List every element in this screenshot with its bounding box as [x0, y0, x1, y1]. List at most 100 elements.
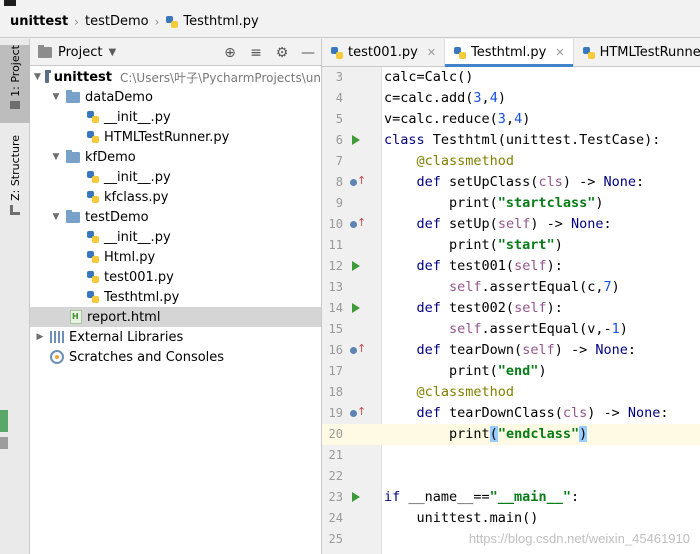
editor-tab[interactable]: Testhtml.py ✕ — [445, 39, 574, 67]
expand-arrow-icon[interactable]: ▼ — [50, 152, 62, 162]
tree-item-label: __init__.py — [104, 109, 171, 125]
python-file-icon — [86, 230, 100, 244]
override-gutter-icon[interactable] — [350, 342, 366, 357]
code-line[interactable]: 13 self.assertEqual(c,7) — [322, 277, 700, 298]
editor-tab-bar: test001.py ✕ Testhtml.py ✕ HTMLTestRunner.py — [322, 39, 700, 67]
code-text: print("end") — [384, 363, 547, 379]
code-line[interactable]: 8 def setUpClass(cls) -> None: — [322, 172, 700, 193]
tree-item[interactable]: report.html — [30, 307, 321, 327]
code-line[interactable]: 9 print("startclass") — [322, 193, 700, 214]
code-line[interactable]: 4 c=calc.add(3,4) — [322, 88, 700, 109]
folder-icon — [10, 100, 20, 109]
editor-tab-label: HTMLTestRunner.py — [599, 45, 700, 60]
project-tool-window: Project ▼ ⊕ ≡ ⚙ — ▼ unittest C:\Users\叶子… — [30, 39, 322, 554]
line-number: 24 — [328, 511, 343, 525]
code-line[interactable]: 5 v=calc.reduce(3,4) — [322, 109, 700, 130]
expand-arrow-icon[interactable]: ▼ — [50, 212, 62, 222]
tool-tab-structure[interactable]: Z: Structure — [0, 135, 30, 221]
line-number: 19 — [328, 406, 343, 420]
code-line[interactable]: 16 def tearDown(self) -> None: — [322, 340, 700, 361]
tool-tab-project[interactable]: 1: Project — [0, 45, 30, 123]
code-line[interactable]: 10 def setUp(self) -> None: — [322, 214, 700, 235]
tree-root-unittest[interactable]: ▼ unittest C:\Users\叶子\PycharmProjects\u… — [30, 67, 321, 87]
breadcrumb-file[interactable]: Testhtml.py — [165, 14, 259, 29]
gear-icon[interactable]: ⚙ — [269, 39, 295, 66]
tree-item[interactable]: ▼ dataDemo — [30, 87, 321, 107]
chevron-down-icon[interactable]: ▼ — [108, 47, 116, 58]
line-number: 18 — [328, 385, 343, 399]
project-view-selector[interactable]: Project — [58, 45, 102, 60]
code-line[interactable]: 22 — [322, 466, 700, 487]
hide-panel-icon[interactable]: — — [295, 39, 321, 66]
tree-item[interactable]: Testhtml.py — [30, 287, 321, 307]
tree-item[interactable]: ▼ kfDemo — [30, 147, 321, 167]
tree-item-label: kfclass.py — [104, 189, 169, 205]
code-area[interactable]: 3 calc=Calc() 4 c=calc.add(3,4) 5 v=calc.redu… — [322, 67, 700, 554]
override-gutter-icon[interactable] — [350, 405, 366, 420]
override-gutter-icon[interactable] — [350, 216, 366, 231]
breadcrumb-project[interactable]: unittest — [10, 14, 68, 29]
tree-item[interactable]: ▼ testDemo — [30, 207, 321, 227]
expand-arrow-icon[interactable]: ▼ — [34, 72, 41, 82]
code-line[interactable]: 17 print("end") — [322, 361, 700, 382]
collapse-all-icon[interactable]: ≡ — [243, 39, 269, 66]
expand-arrow-icon[interactable]: ▶ — [34, 332, 46, 342]
code-line[interactable]: 24 unittest.main() — [322, 508, 700, 529]
line-number: 13 — [328, 280, 343, 294]
code-line[interactable]: 21 — [322, 445, 700, 466]
locate-target-icon[interactable]: ⊕ — [217, 39, 243, 66]
folder-icon — [66, 89, 80, 103]
override-gutter-icon[interactable] — [350, 174, 366, 189]
code-line[interactable]: 3 calc=Calc() — [322, 67, 700, 88]
code-line[interactable]: 23 if __name__=="__main__": — [322, 487, 700, 508]
code-line[interactable]: 7 @classmethod — [322, 151, 700, 172]
python-file-icon — [453, 46, 467, 60]
run-gutter-icon[interactable] — [352, 492, 360, 502]
line-number: 16 — [328, 343, 343, 357]
expand-arrow-icon[interactable]: ▼ — [50, 92, 62, 102]
code-line[interactable]: 6 class Testhtml(unittest.TestCase): — [322, 130, 700, 151]
breadcrumb-separator-icon: › — [74, 14, 79, 29]
code-line[interactable]: 19 def tearDownClass(cls) -> None: — [322, 403, 700, 424]
editor-tab[interactable]: HTMLTestRunner.py — [574, 39, 700, 66]
left-tool-stripe: 1: Project Z: Structure — [0, 39, 30, 554]
code-text: print("endclass") — [384, 426, 588, 442]
close-icon[interactable]: ✕ — [555, 46, 564, 59]
breadcrumb-file-label: Testhtml.py — [183, 14, 259, 29]
tree-item[interactable]: __init__.py — [30, 227, 321, 247]
code-text: def setUpClass(cls) -> None: — [416, 174, 645, 190]
tree-item-label: __init__.py — [104, 169, 171, 185]
run-gutter-icon[interactable] — [352, 261, 360, 271]
code-line[interactable]: 20 print("endclass") — [322, 424, 700, 445]
run-gutter-icon[interactable] — [352, 303, 360, 313]
code-text: def setUp(self) -> None: — [416, 216, 612, 232]
line-number: 21 — [328, 448, 343, 462]
code-line[interactable]: 14 def test002(self): — [322, 298, 700, 319]
tree-item[interactable]: test001.py — [30, 267, 321, 287]
tree-item[interactable]: kfclass.py — [30, 187, 321, 207]
tree-scratches[interactable]: Scratches and Consoles — [30, 347, 321, 367]
line-number: 7 — [335, 154, 343, 168]
html-file-icon — [70, 310, 82, 324]
tool-tab-structure-label: Z: Structure — [8, 135, 22, 201]
code-line[interactable]: 12 def test001(self): — [322, 256, 700, 277]
tree-item[interactable]: HTMLTestRunner.py — [30, 127, 321, 147]
tree-item-label: HTMLTestRunner.py — [104, 129, 230, 145]
editor-tab[interactable]: test001.py ✕ — [322, 39, 446, 66]
tree-item[interactable]: Html.py — [30, 247, 321, 267]
code-line[interactable]: 18 @classmethod — [322, 382, 700, 403]
tree-item[interactable]: __init__.py — [30, 167, 321, 187]
breadcrumb-folder[interactable]: testDemo — [85, 14, 149, 29]
code-line[interactable]: 11 print("start") — [322, 235, 700, 256]
code-line[interactable]: 15 self.assertEqual(v,-1) — [322, 319, 700, 340]
line-number: 8 — [335, 175, 343, 189]
side-indicator-green — [0, 410, 8, 432]
tree-external-libraries[interactable]: ▶ External Libraries — [30, 327, 321, 347]
folder-icon — [66, 209, 80, 223]
python-file-icon — [330, 46, 344, 60]
line-number: 25 — [328, 532, 343, 546]
python-file-icon — [86, 290, 100, 304]
tree-item[interactable]: __init__.py — [30, 107, 321, 127]
close-icon[interactable]: ✕ — [427, 46, 436, 59]
run-gutter-icon[interactable] — [352, 135, 360, 145]
